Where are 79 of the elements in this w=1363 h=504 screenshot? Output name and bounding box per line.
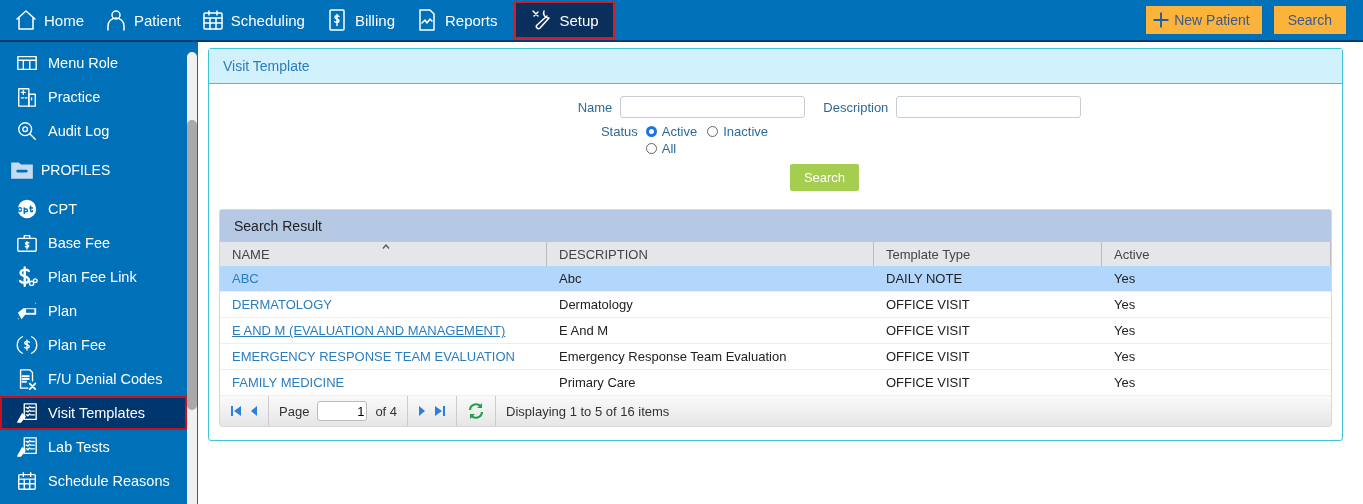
dollar-cycle-icon bbox=[16, 334, 38, 356]
cpt-icon bbox=[16, 198, 38, 220]
sidebar-section-heading: PROFILES bbox=[0, 148, 187, 192]
table-cell: Yes bbox=[1114, 271, 1136, 286]
plus-icon bbox=[1152, 11, 1171, 29]
name-link[interactable]: EMERGENCY RESPONSE TEAM EVALUATION bbox=[232, 349, 515, 364]
sidebar-item[interactable]: Plan Fee bbox=[0, 328, 187, 362]
nav-tab[interactable]: Reports bbox=[411, 1, 514, 39]
field-label: Status bbox=[600, 124, 638, 139]
table-row[interactable]: E AND M (EVALUATION AND MANAGEMENT) E And M OFFICE VISIT Yes bbox=[220, 318, 1331, 344]
briefcase-icon bbox=[16, 232, 38, 254]
new-patient-button[interactable]: New Patient bbox=[1146, 6, 1262, 34]
sidebar-item[interactable]: Schedule Reasons bbox=[0, 464, 187, 498]
table-row[interactable]: EMERGENCY RESPONSE TEAM EVALUATION Emergency Response Team Evaluation OFFICE VISIT Yes bbox=[220, 344, 1331, 370]
table-cell: OFFICE VISIT bbox=[886, 323, 970, 338]
last-page-icon[interactable] bbox=[434, 405, 447, 417]
sidebar-item[interactable]: Lab Tests bbox=[0, 430, 187, 464]
calendar-icon bbox=[16, 470, 38, 492]
sidebar-item[interactable]: CPT bbox=[0, 192, 187, 226]
table-cell: Emergency Response Team Evaluation bbox=[559, 349, 787, 364]
page-label: Page bbox=[279, 403, 310, 419]
sidebar-item[interactable]: Plan Fee Link bbox=[0, 260, 187, 294]
nav-tab[interactable]: Patient bbox=[100, 1, 197, 39]
checklist-icon bbox=[16, 436, 38, 458]
table-row[interactable]: DERMATOLOGY Dermatology OFFICE VISIT Yes bbox=[220, 292, 1331, 318]
table-cell: Dermatology bbox=[559, 297, 633, 312]
field-label: Name bbox=[577, 99, 613, 115]
nav-tab[interactable]: Scheduling bbox=[196, 1, 321, 39]
sidebar-item[interactable]: Plan bbox=[0, 294, 187, 328]
name-link[interactable]: DERMATOLOGY bbox=[232, 297, 332, 312]
calendar-icon bbox=[200, 8, 225, 32]
name-link[interactable]: E AND M (EVALUATION AND MANAGEMENT) bbox=[232, 323, 506, 338]
sidebar-item[interactable]: Practice bbox=[0, 80, 187, 114]
description-input-field[interactable] bbox=[896, 96, 1082, 118]
radio-option[interactable]: Active bbox=[645, 124, 698, 139]
dollar-icon bbox=[16, 266, 38, 288]
page-input-field[interactable]: 1 bbox=[317, 401, 368, 421]
person-icon bbox=[104, 8, 128, 32]
name-input-field[interactable] bbox=[620, 96, 806, 118]
table-cell: Yes bbox=[1114, 349, 1136, 364]
building-icon bbox=[16, 86, 38, 108]
panel-title: Visit Template bbox=[209, 49, 1342, 84]
search-button[interactable]: Search bbox=[1273, 6, 1346, 34]
sidebar-item[interactable]: Base Fee bbox=[0, 226, 187, 260]
sort-icon bbox=[382, 244, 390, 249]
grid-title: Search Result bbox=[220, 210, 1331, 242]
radio-option[interactable]: All bbox=[645, 141, 698, 156]
scrollbar[interactable] bbox=[187, 52, 197, 504]
nav-tab[interactable]: Home bbox=[10, 1, 100, 39]
sidebar-item[interactable]: Menu Role bbox=[0, 46, 187, 80]
table-cell: Abc bbox=[559, 271, 582, 286]
nav-tab[interactable]: Billing bbox=[320, 1, 411, 39]
table-cell: OFFICE VISIT bbox=[886, 375, 970, 390]
table-cell: E And M bbox=[559, 323, 609, 338]
table-cell: Yes bbox=[1114, 297, 1136, 312]
pager-summary: Displaying 1 to 5 of 16 items bbox=[505, 403, 670, 419]
house-icon bbox=[14, 8, 38, 32]
radio-option[interactable]: Inactive bbox=[707, 124, 769, 139]
radio-button[interactable] bbox=[645, 126, 657, 137]
page-count: of 4 bbox=[375, 403, 398, 419]
table-cell: DAILY NOTE bbox=[886, 271, 963, 286]
name-link[interactable]: FAMILY MEDICINE bbox=[232, 375, 345, 390]
first-page-icon[interactable] bbox=[230, 405, 242, 417]
previous-page-icon[interactable] bbox=[250, 405, 258, 417]
table-cell: Yes bbox=[1114, 375, 1136, 390]
sidebar-item[interactable]: Audit Log bbox=[0, 114, 187, 148]
sidebar-item[interactable]: Visit Templates bbox=[0, 396, 187, 430]
nav-tab[interactable]: Setup bbox=[513, 1, 615, 39]
table-cell: OFFICE VISIT bbox=[886, 297, 970, 312]
table-cell: Yes bbox=[1114, 323, 1136, 338]
refresh-icon[interactable] bbox=[467, 402, 486, 420]
table-cell: OFFICE VISIT bbox=[886, 349, 970, 364]
table-cell: Primary Care bbox=[559, 375, 636, 390]
field-label: Description bbox=[823, 99, 889, 115]
sidebar-item[interactable]: F/U Denial Codes bbox=[0, 362, 187, 396]
next-page-icon[interactable] bbox=[418, 405, 427, 417]
name-link[interactable]: ABC bbox=[232, 271, 259, 286]
checklist-icon bbox=[16, 402, 38, 424]
table-row[interactable]: ABC Abc DAILY NOTE Yes bbox=[220, 266, 1331, 292]
